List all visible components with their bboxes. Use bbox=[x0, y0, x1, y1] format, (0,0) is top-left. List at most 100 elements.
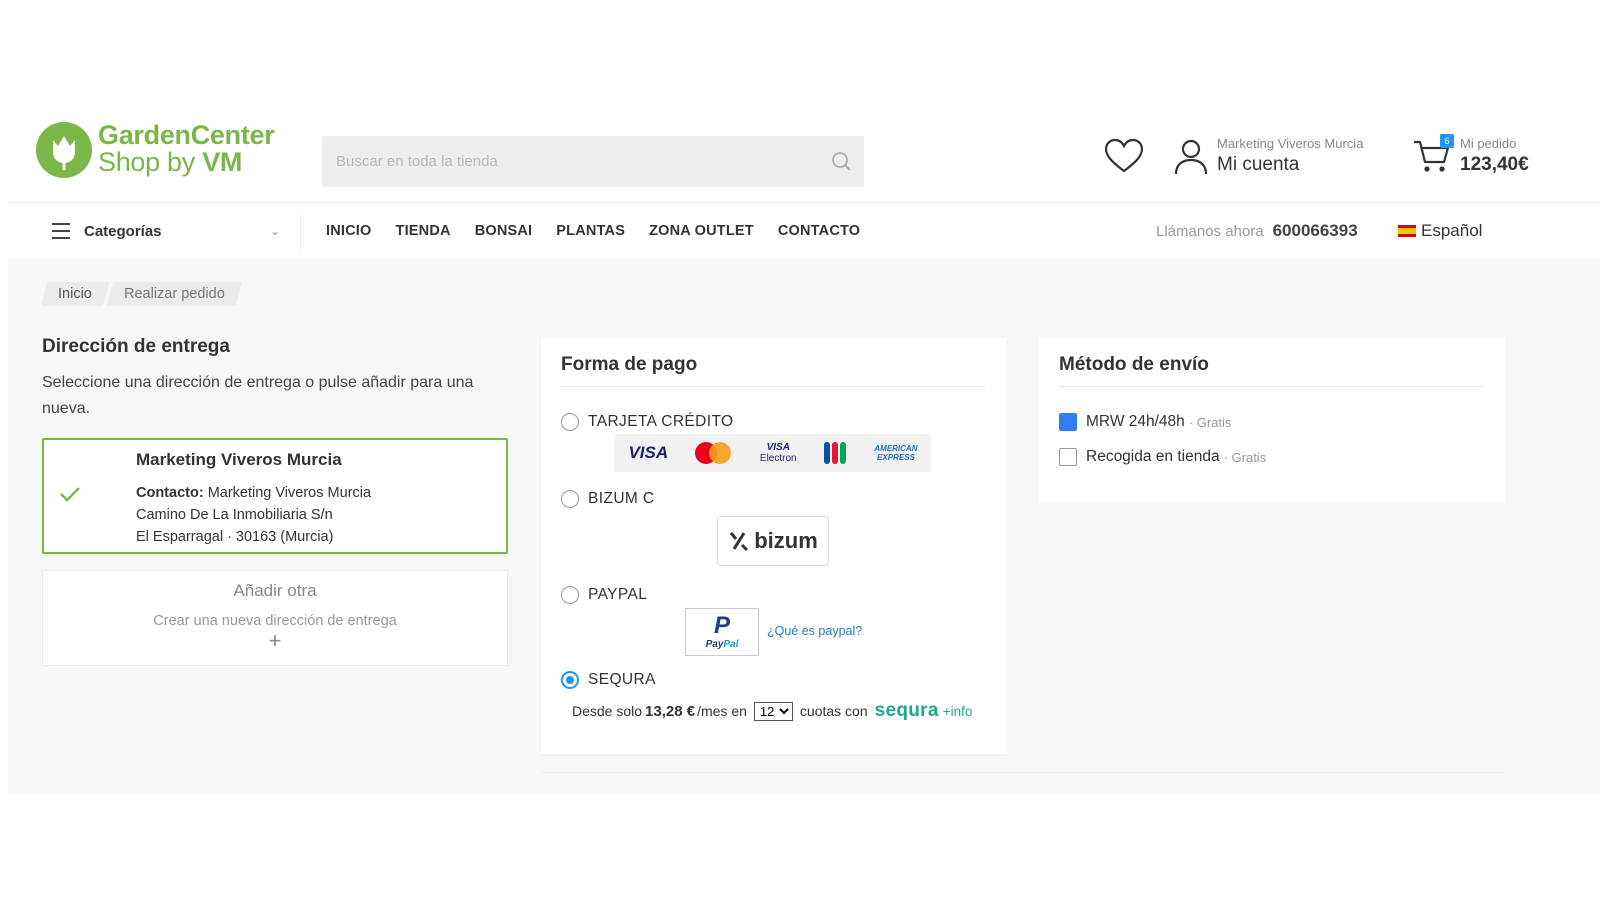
installments-select[interactable]: 12 bbox=[753, 701, 793, 721]
bizum-text: bizum bbox=[754, 528, 818, 553]
main-nav: Categorías ⌄ INICIO TIENDA BONSAI PLANTA… bbox=[8, 202, 1600, 258]
breadcrumb: Inicio Realizar pedido bbox=[40, 282, 243, 306]
contact-value: Marketing Viveros Murcia bbox=[207, 485, 372, 501]
account-menu[interactable]: Marketing Viveros Murcia Mi cuenta bbox=[1174, 134, 1384, 182]
add-address-card[interactable]: Añadir otra Crear una nueva dirección de… bbox=[42, 570, 508, 666]
sequra-prefix: Desde solo bbox=[572, 703, 643, 719]
shipping-option-pickup-price: · Gratis bbox=[1223, 449, 1267, 465]
visa-logo-icon: VISA bbox=[628, 443, 669, 462]
payment-panel: Forma de pago TARJETA CRÉDITO VISA VISA E… bbox=[541, 338, 1007, 754]
breadcrumb-home[interactable]: Inicio bbox=[40, 282, 110, 306]
sequra-suffix: cuotas con bbox=[799, 703, 868, 719]
sequra-installments: Desde solo 13,28 € /mes en 12 cuotas con… bbox=[572, 700, 972, 722]
search-box bbox=[322, 136, 864, 187]
page: GardenCenter Shop by VM Marketing Vivero… bbox=[8, 106, 1600, 794]
call-us: Llámanos ahora 600066393 bbox=[1156, 203, 1358, 259]
paypal-wordmark: PayPal bbox=[705, 639, 739, 650]
logo-text-line2: Shop by VM bbox=[98, 147, 243, 177]
mastercard-logo-icon bbox=[695, 442, 733, 464]
nav-divider bbox=[300, 213, 301, 253]
phone-number[interactable]: 600066393 bbox=[1273, 221, 1358, 241]
sequra-per-month: /mes en bbox=[697, 703, 747, 719]
amex-logo-icon: AMERICAN EXPRESS bbox=[874, 444, 918, 462]
shipping-option-mrw-label: MRW 24h/48h bbox=[1086, 413, 1185, 430]
nav-item-zona-outlet[interactable]: ZONA OUTLET bbox=[649, 223, 754, 239]
jcb-logo-icon bbox=[823, 442, 847, 464]
shipping-panel: Método de envío MRW 24h/48h · Gratis Rec… bbox=[1039, 338, 1505, 502]
account-label: Mi cuenta bbox=[1217, 154, 1300, 175]
payment-title: Forma de pago bbox=[561, 354, 698, 375]
shipping-title: Método de envío bbox=[1059, 354, 1209, 375]
nav-item-bonsai[interactable]: BONSAI bbox=[475, 223, 533, 239]
categories-label: Categorías bbox=[84, 222, 162, 240]
radio-sequra[interactable] bbox=[561, 671, 579, 689]
sequra-info-link[interactable]: +info bbox=[943, 704, 973, 719]
radio-card[interactable] bbox=[561, 413, 579, 431]
user-icon bbox=[1174, 139, 1208, 175]
payment-option-paypal[interactable]: PAYPAL bbox=[561, 586, 647, 604]
bizum-logo: bizum bbox=[717, 516, 829, 566]
search-icon[interactable] bbox=[828, 148, 856, 176]
search-input[interactable] bbox=[322, 136, 812, 187]
address-lines: Contacto: Marketing Viveros Murcia Camin… bbox=[136, 482, 371, 548]
language-label: Español bbox=[1421, 221, 1483, 240]
delivery-section: Dirección de entrega Seleccione una dire… bbox=[42, 336, 512, 666]
card-logos: VISA VISA Electron AMERICAN EXPRESS bbox=[615, 434, 931, 472]
cart-menu[interactable]: 6 Mi pedido 123,40€ bbox=[1412, 134, 1562, 182]
address-card-selected[interactable]: Marketing Viveros Murcia Contacto: Marke… bbox=[42, 438, 508, 554]
shipping-divider bbox=[1059, 386, 1483, 387]
bizum-icon bbox=[730, 532, 749, 552]
call-label: Llámanos ahora bbox=[1156, 222, 1264, 240]
payment-option-paypal-label: PAYPAL bbox=[588, 586, 648, 603]
language-selector[interactable]: Español bbox=[1398, 203, 1482, 259]
payment-option-sequra-label: SEQURA bbox=[588, 671, 656, 688]
sequra-amount: 13,28 € bbox=[645, 702, 696, 720]
add-address-title: Añadir otra bbox=[233, 581, 317, 600]
logo[interactable]: GardenCenter Shop by VM bbox=[36, 120, 296, 180]
sequra-brand-logo: sequra bbox=[874, 700, 939, 721]
radio-paypal[interactable] bbox=[561, 586, 579, 604]
tulip-logo-icon bbox=[36, 122, 92, 178]
header: GardenCenter Shop by VM Marketing Vivero… bbox=[8, 106, 1600, 202]
hamburger-icon bbox=[52, 223, 70, 239]
shipping-option-pickup-label: Recogida en tienda bbox=[1086, 448, 1220, 465]
paypal-p-icon: P bbox=[713, 612, 730, 639]
visa-electron-logo-icon: VISA Electron bbox=[759, 442, 797, 464]
checkbox-mrw[interactable] bbox=[1059, 413, 1077, 431]
address-name: Marketing Viveros Murcia bbox=[136, 450, 342, 469]
what-is-paypal-link[interactable]: ¿Qué es paypal? bbox=[767, 624, 862, 638]
payment-option-card-label: TARJETA CRÉDITO bbox=[588, 413, 734, 430]
payment-option-card[interactable]: TARJETA CRÉDITO bbox=[561, 413, 734, 431]
add-address-subtitle: Crear una nueva dirección de entrega bbox=[153, 613, 397, 629]
categories-dropdown[interactable]: Categorías ⌄ bbox=[52, 203, 280, 259]
address-street: Camino De La Inmobiliaria S/n bbox=[136, 507, 333, 523]
breadcrumb-current: Realizar pedido bbox=[106, 282, 242, 306]
cart-label: Mi pedido bbox=[1460, 136, 1517, 151]
check-icon bbox=[60, 487, 80, 502]
account-username: Marketing Viveros Murcia bbox=[1217, 136, 1364, 151]
nav-item-inicio[interactable]: INICIO bbox=[326, 223, 372, 239]
shipping-option-mrw-price: · Gratis bbox=[1188, 414, 1232, 430]
plus-icon: + bbox=[268, 628, 282, 653]
paypal-logo: P PayPal bbox=[685, 608, 759, 656]
shipping-option-mrw[interactable]: MRW 24h/48h · Gratis bbox=[1059, 413, 1231, 431]
delivery-description: Seleccione una dirección de entrega o pu… bbox=[42, 374, 474, 417]
radio-bizum[interactable] bbox=[561, 490, 579, 508]
payment-option-sequra[interactable]: SEQURA bbox=[561, 671, 656, 689]
address-city: El Esparragal · 30163 (Murcia) bbox=[136, 529, 334, 545]
chevron-down-icon: ⌄ bbox=[269, 224, 280, 238]
shipping-option-pickup[interactable]: Recogida en tienda · Gratis bbox=[1059, 448, 1266, 466]
checkbox-pickup[interactable] bbox=[1059, 448, 1077, 466]
contact-label: Contacto: bbox=[136, 485, 204, 501]
payment-divider bbox=[561, 386, 985, 387]
nav-item-tienda[interactable]: TIENDA bbox=[396, 223, 451, 239]
bottom-divider bbox=[541, 772, 1505, 773]
wishlist-heart-icon[interactable] bbox=[1104, 138, 1144, 174]
payment-option-bizum-label: BIZUM C bbox=[588, 490, 655, 507]
payment-option-bizum[interactable]: BIZUM C bbox=[561, 490, 655, 508]
nav-item-plantas[interactable]: PLANTAS bbox=[556, 223, 625, 239]
nav-item-contacto[interactable]: CONTACTO bbox=[778, 223, 860, 239]
cart-count-badge: 6 bbox=[1440, 134, 1454, 148]
delivery-title: Dirección de entrega bbox=[42, 336, 230, 357]
cart-total: 123,40€ bbox=[1460, 154, 1529, 175]
